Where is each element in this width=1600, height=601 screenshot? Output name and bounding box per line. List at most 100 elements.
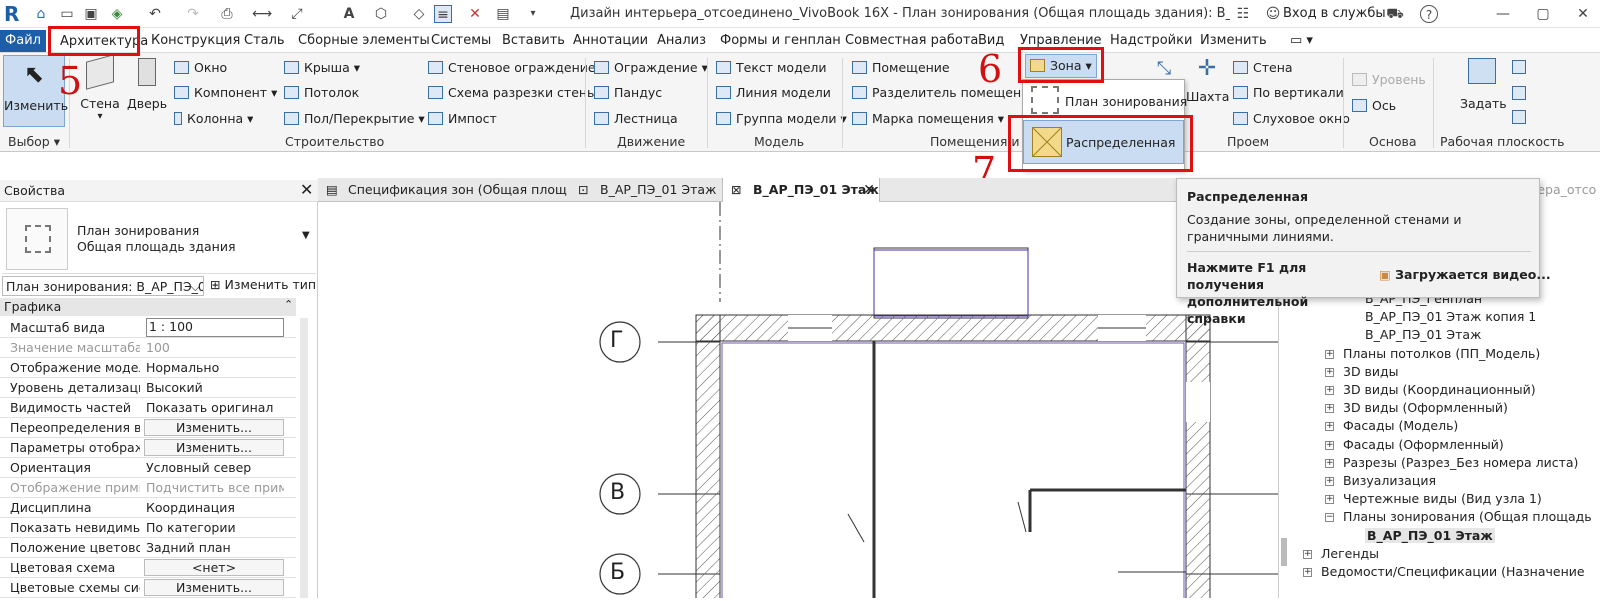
expand-toggle-icon[interactable]: +: [1303, 568, 1312, 577]
sync-icon[interactable]: ◈: [108, 5, 126, 23]
model-group-button[interactable]: Группа модели ▾: [716, 111, 847, 126]
property-edit-button[interactable]: Изменить...: [144, 439, 284, 456]
browser-item[interactable]: Разрезы (Разрез_Без номера листа): [1343, 455, 1578, 470]
qat-dropdown-icon[interactable]: ▾: [524, 5, 542, 23]
text-icon[interactable]: A: [340, 5, 358, 23]
menu-item-area-plan[interactable]: План зонирования: [1065, 94, 1187, 109]
browser-item[interactable]: В_АР_ПЭ_01 Этаж: [1365, 327, 1481, 342]
dimension-icon[interactable]: ⤢: [288, 5, 306, 23]
property-row[interactable]: Видимость частей Показать оригинал: [0, 398, 296, 418]
help-icon[interactable]: ?: [1420, 5, 1438, 23]
expand-toggle-icon[interactable]: +: [1325, 477, 1334, 486]
instance-filter-select[interactable]: План зонирования: В_АР_ПЭ_0 ⌵: [2, 276, 204, 296]
wall-button[interactable]: Стена ▾: [78, 54, 122, 122]
edit-type-button[interactable]: ⊞ Изменить тип: [210, 277, 316, 292]
ref-plane-icon[interactable]: [1512, 86, 1526, 100]
open-icon[interactable]: ▭: [58, 5, 76, 23]
browser-item[interactable]: Чертежные виды (Вид узла 1): [1343, 491, 1542, 506]
show-workplane-icon[interactable]: [1512, 60, 1526, 74]
browser-item[interactable]: Фасады (Модель): [1343, 418, 1458, 433]
tab-insert[interactable]: Вставить: [502, 33, 565, 48]
expand-toggle-icon[interactable]: +: [1325, 404, 1334, 414]
ramp-button[interactable]: Пандус: [594, 85, 662, 100]
curtain-wall-button[interactable]: Стеновое ограждение: [428, 60, 596, 75]
model-text-button[interactable]: Текст модели: [716, 60, 827, 75]
expand-toggle-icon[interactable]: +: [1325, 440, 1334, 450]
property-edit-button[interactable]: Изменить...: [144, 579, 284, 596]
browser-item[interactable]: Легенды: [1321, 546, 1379, 561]
model-line-button[interactable]: Линия модели: [716, 85, 831, 100]
dormer-button[interactable]: Слуховое окно: [1233, 111, 1350, 126]
expand-toggle-icon[interactable]: +: [1325, 349, 1334, 359]
level-button[interactable]: Уровень: [1352, 72, 1426, 87]
browser-item[interactable]: 3D виды (Оформленный): [1343, 400, 1508, 415]
curtain-grid-button[interactable]: Схема разрезки стены: [428, 85, 597, 100]
view-tab-schedule[interactable]: ▤ Спецификация зон (Общая площ...: [318, 178, 568, 202]
close-icon[interactable]: ✕: [1574, 5, 1592, 23]
section-icon[interactable]: ◇: [410, 5, 428, 23]
property-row[interactable]: Ориентация Условный север: [0, 458, 296, 478]
view-tab-area-plan-active[interactable]: ⊠ В_АР_ПЭ_01 Этаж ✕: [722, 178, 880, 202]
save-icon[interactable]: ▣: [82, 5, 100, 23]
tab-steel[interactable]: Сталь: [244, 33, 285, 48]
mullion-opening-icon[interactable]: ⤡: [1150, 58, 1178, 79]
drawing-canvas[interactable]: Г В Б: [318, 202, 1278, 601]
maximize-icon[interactable]: ▢: [1534, 5, 1552, 23]
browser-item[interactable]: В_АР_ПЭ_01 Этаж копия 1: [1365, 309, 1536, 324]
browser-item[interactable]: Ведомости/Спецификации (Назначение: [1321, 564, 1585, 579]
ribbon-toggle-icon[interactable]: ▭ ▾: [1290, 33, 1313, 48]
tab-file[interactable]: Файл: [0, 30, 46, 52]
property-value[interactable]: 1 : 100: [146, 318, 284, 337]
component-button[interactable]: Компонент ▾: [174, 85, 277, 100]
collapse-icon[interactable]: ⌃: [284, 298, 293, 311]
property-row[interactable]: Показать невидимые... По категории: [0, 518, 296, 538]
tab-modify[interactable]: Изменить: [1200, 33, 1267, 48]
room-separator-button[interactable]: Разделитель помещений: [852, 85, 1037, 100]
expand-toggle-icon[interactable]: +: [1325, 495, 1334, 505]
switch-windows-icon[interactable]: ▤: [494, 5, 512, 23]
print-icon[interactable]: ⎙: [218, 5, 236, 23]
property-row[interactable]: Отображение примы... Подчистить все прим.…: [0, 478, 296, 498]
expand-toggle-icon[interactable]: +: [1325, 422, 1334, 432]
opening-vertical-button[interactable]: По вертикали: [1233, 85, 1344, 100]
window-button[interactable]: Окно: [174, 60, 227, 75]
cart-icon[interactable]: ⛟: [1386, 5, 1404, 23]
properties-scrollbar[interactable]: [300, 318, 308, 598]
browser-item[interactable]: Фасады (Оформленный): [1343, 437, 1504, 452]
browser-scrollbar[interactable]: [1281, 538, 1287, 566]
tab-view[interactable]: Вид: [978, 33, 1004, 48]
browser-item[interactable]: 3D виды (Координационный): [1343, 382, 1536, 397]
column-button[interactable]: Колонна ▾: [174, 111, 253, 126]
property-row[interactable]: Цветовые схемы сист... Изменить...: [0, 578, 296, 598]
tab-collaborate[interactable]: Совместная работа: [845, 33, 978, 48]
expand-toggle-icon[interactable]: +: [1325, 367, 1334, 377]
mullion-button[interactable]: Импост: [428, 111, 497, 126]
property-row[interactable]: Положение цветово... Задний план: [0, 538, 296, 558]
minimize-icon[interactable]: —: [1494, 5, 1512, 23]
tab-manage[interactable]: Управление: [1020, 33, 1102, 48]
room-button[interactable]: Помещение: [852, 60, 950, 75]
3d-view-icon[interactable]: ⬡: [372, 5, 390, 23]
graphics-section-header[interactable]: Графика ⌃: [0, 298, 296, 316]
measure-icon[interactable]: ⟷: [252, 5, 272, 23]
railing-button[interactable]: Ограждение ▾: [594, 60, 708, 75]
property-row[interactable]: Значение масштаба ... 100: [0, 338, 296, 358]
property-edit-button[interactable]: Изменить...: [144, 419, 284, 436]
modify-button[interactable]: ⬉ Изменить: [3, 55, 68, 127]
browser-item[interactable]: В_АР_ПЭ_01 Этаж: [1365, 527, 1495, 543]
close-hidden-icon[interactable]: ✕: [466, 5, 484, 23]
select-group-label[interactable]: Выбор ▾: [8, 134, 60, 149]
tab-addins[interactable]: Надстройки: [1110, 33, 1192, 48]
browser-item[interactable]: Планы зонирования (Общая площадь: [1343, 509, 1592, 524]
property-row[interactable]: Масштаб вида 1 : 100: [0, 318, 296, 338]
tab-annotate[interactable]: Аннотации: [573, 33, 648, 48]
expand-toggle-icon[interactable]: +: [1325, 386, 1334, 395]
tooltip-video[interactable]: ▣ Загружается видео...: [1379, 267, 1551, 282]
expand-toggle-icon[interactable]: −: [1325, 513, 1334, 523]
redo-icon[interactable]: ↷: [184, 5, 202, 23]
expand-toggle-icon[interactable]: +: [1303, 549, 1312, 559]
tab-structure[interactable]: Конструкция: [151, 33, 240, 48]
door-button[interactable]: Дверь: [126, 56, 168, 122]
property-row[interactable]: Отображение модели Нормально: [0, 358, 296, 378]
tab-precast[interactable]: Сборные элементы: [298, 33, 430, 48]
